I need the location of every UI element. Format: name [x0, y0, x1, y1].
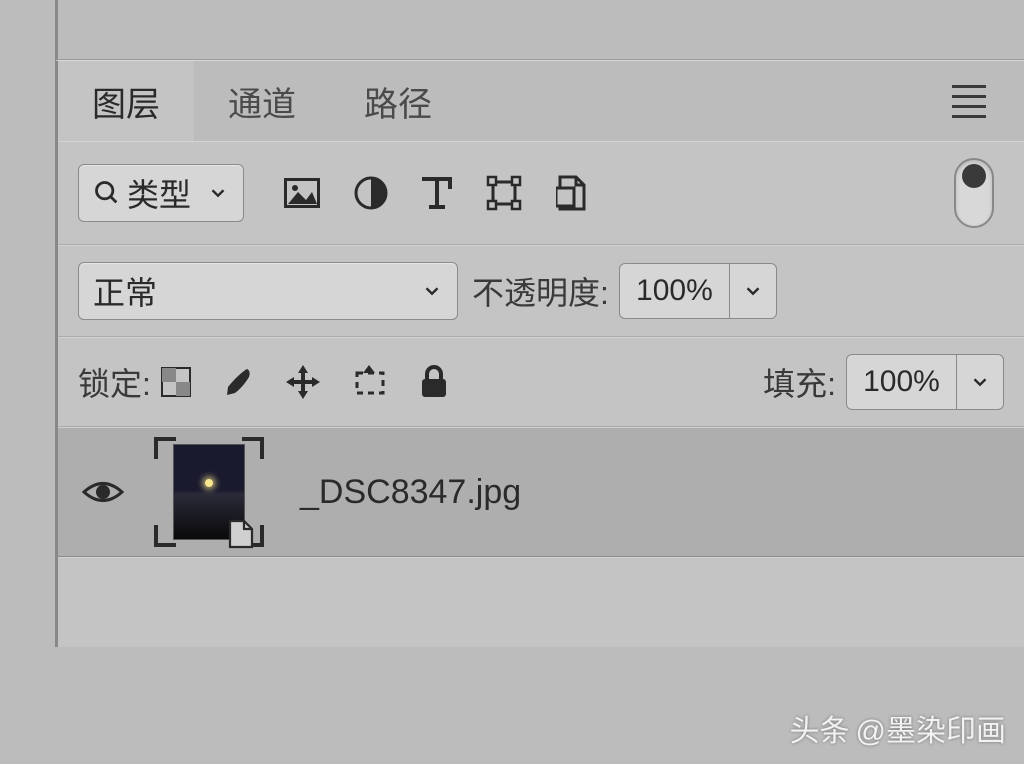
- fill-label: 填充:: [763, 359, 836, 405]
- filter-kind-dropdown[interactable]: 类型: [78, 164, 244, 222]
- tab-layers[interactable]: 图层: [58, 61, 194, 141]
- visibility-eye-icon[interactable]: [82, 477, 124, 507]
- layer-thumbnail[interactable]: [154, 437, 264, 547]
- pixel-layer-filter-icon[interactable]: [284, 178, 320, 208]
- watermark-prefix: 头条: [790, 706, 850, 750]
- opacity-value-input[interactable]: 100%: [619, 263, 729, 319]
- lock-artboard-icon[interactable]: [351, 365, 389, 399]
- watermark-handle: @墨染印画: [856, 706, 1006, 750]
- workspace-gap: [55, 0, 1024, 60]
- tab-channels[interactable]: 通道: [194, 61, 330, 141]
- panel-menu-icon[interactable]: [944, 77, 994, 126]
- chevron-down-icon: [421, 280, 443, 302]
- smart-object-badge-icon: [228, 519, 254, 549]
- panel-tab-row: 图层 通道 路径: [58, 61, 1024, 141]
- layers-empty-area: [58, 557, 1024, 647]
- smart-object-filter-icon[interactable]: [556, 174, 588, 212]
- lock-transparency-icon[interactable]: [161, 367, 191, 397]
- blend-row: 正常 不透明度: 100%: [58, 245, 1024, 337]
- blend-mode-dropdown[interactable]: 正常: [78, 262, 458, 320]
- search-icon: [93, 179, 121, 207]
- blend-mode-value: 正常: [93, 268, 157, 314]
- filter-row: 类型: [58, 141, 1024, 245]
- layers-list: _DSC8347.jpg: [58, 427, 1024, 647]
- opacity-dropdown-button[interactable]: [729, 263, 777, 319]
- watermark: 头条 @墨染印画: [790, 706, 1006, 750]
- layers-panel: 图层 通道 路径 类型: [55, 60, 1024, 647]
- layer-row[interactable]: _DSC8347.jpg: [58, 427, 1024, 557]
- adjustment-layer-filter-icon[interactable]: [354, 176, 388, 210]
- filter-type-icons: [284, 174, 588, 212]
- tab-paths[interactable]: 路径: [330, 61, 466, 141]
- shape-layer-filter-icon[interactable]: [486, 175, 522, 211]
- filter-kind-label: 类型: [127, 170, 191, 216]
- lock-pixels-brush-icon[interactable]: [221, 365, 255, 399]
- lock-position-move-icon[interactable]: [285, 364, 321, 400]
- opacity-label: 不透明度:: [472, 268, 609, 314]
- text-layer-filter-icon[interactable]: [422, 176, 452, 210]
- fill-value-input[interactable]: 100%: [846, 354, 956, 410]
- lock-row: 锁定: 填充: 100%: [58, 337, 1024, 427]
- lock-label: 锁定:: [78, 359, 151, 405]
- lock-icons-group: [161, 364, 449, 400]
- filter-toggle-switch[interactable]: [954, 158, 994, 228]
- lock-all-icon[interactable]: [419, 365, 449, 399]
- fill-dropdown-button[interactable]: [956, 354, 1004, 410]
- layer-name-label[interactable]: _DSC8347.jpg: [300, 473, 521, 512]
- chevron-down-icon: [207, 182, 229, 204]
